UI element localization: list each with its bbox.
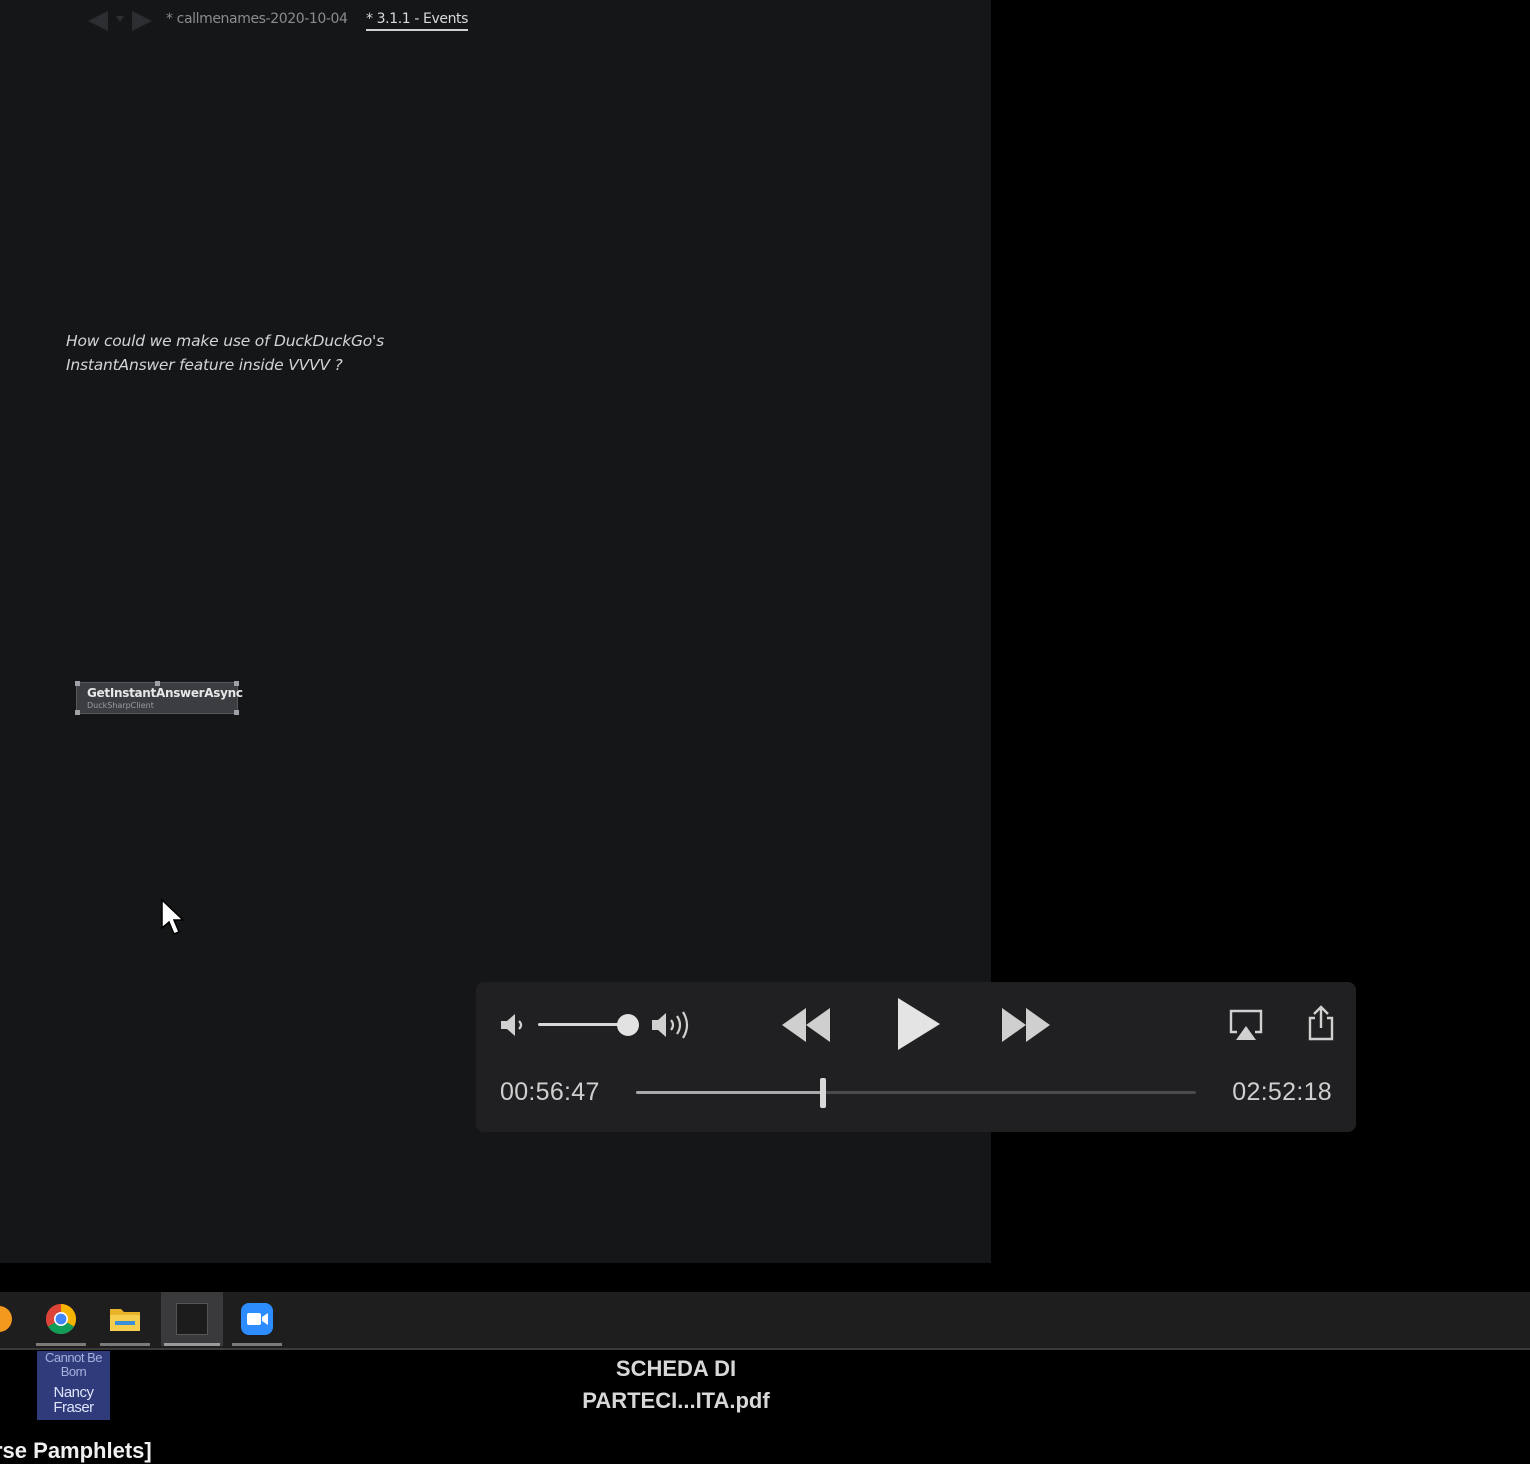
file-label-line: PARTECI...ITA.pdf xyxy=(582,1388,770,1413)
desktop-file-label[interactable]: SCHEDA DI PARTECI...ITA.pdf xyxy=(556,1353,796,1417)
airplay-icon[interactable] xyxy=(1228,1008,1264,1047)
volume-low-icon[interactable] xyxy=(498,1010,528,1045)
node-handle[interactable] xyxy=(75,710,80,715)
play-icon[interactable] xyxy=(894,996,942,1057)
share-icon[interactable] xyxy=(1306,1004,1336,1047)
node-category: DuckSharpClient xyxy=(87,701,154,710)
book-thumbnail[interactable]: Cannot Be Born Nancy Fraser xyxy=(37,1351,110,1420)
volume-high-icon[interactable] xyxy=(650,1008,696,1047)
time-remaining: 02:52:18 xyxy=(1232,1078,1332,1106)
mouse-cursor-icon xyxy=(160,898,186,936)
rewind-icon[interactable] xyxy=(780,1006,832,1049)
comment-line: InstantAnswer feature inside VVVV ? xyxy=(66,356,343,374)
fast-forward-icon[interactable] xyxy=(1000,1006,1052,1049)
firefox-icon[interactable] xyxy=(0,1306,12,1332)
node-handle[interactable] xyxy=(75,681,80,686)
forward-arrow-icon[interactable] xyxy=(130,10,154,32)
vvvv-icon[interactable] xyxy=(161,1292,223,1346)
node-handle[interactable] xyxy=(234,710,239,715)
progress-handle[interactable] xyxy=(819,1078,826,1108)
patch-comment[interactable]: How could we make use of DuckDuckGo's In… xyxy=(66,329,384,377)
taskbar xyxy=(0,1292,1530,1350)
tab-callmenames[interactable]: * callmenames-2020-10-04 xyxy=(166,11,348,27)
time-elapsed: 00:56:47 xyxy=(500,1078,600,1106)
volume-slider[interactable] xyxy=(538,1023,628,1026)
file-label-line: SCHEDA DI xyxy=(615,1356,737,1381)
progress-bar[interactable] xyxy=(636,1091,1196,1094)
back-arrow-icon[interactable] xyxy=(86,10,110,32)
desktop-partial-label[interactable]: rse Pamphlets] xyxy=(0,1438,152,1464)
history-dropdown-icon[interactable] xyxy=(116,14,124,25)
zoom-icon[interactable] xyxy=(229,1292,285,1346)
file-explorer-icon[interactable] xyxy=(97,1292,153,1346)
tab-events[interactable]: * 3.1.1 - Events xyxy=(366,11,468,31)
comment-line: How could we make use of DuckDuckGo's xyxy=(66,332,384,350)
chrome-icon[interactable] xyxy=(33,1292,89,1346)
thumbnail-author: Nancy Fraser xyxy=(53,1384,94,1416)
progress-fill xyxy=(636,1091,823,1094)
node-title: GetInstantAnswerAsync xyxy=(87,686,243,700)
media-controls: 00:56:47 02:52:18 xyxy=(476,982,1356,1132)
volume-slider-knob[interactable] xyxy=(617,1014,639,1036)
thumbnail-title: Cannot Be Born xyxy=(45,1351,102,1379)
patch-node[interactable]: GetInstantAnswerAsync DuckSharpClient xyxy=(75,681,243,715)
